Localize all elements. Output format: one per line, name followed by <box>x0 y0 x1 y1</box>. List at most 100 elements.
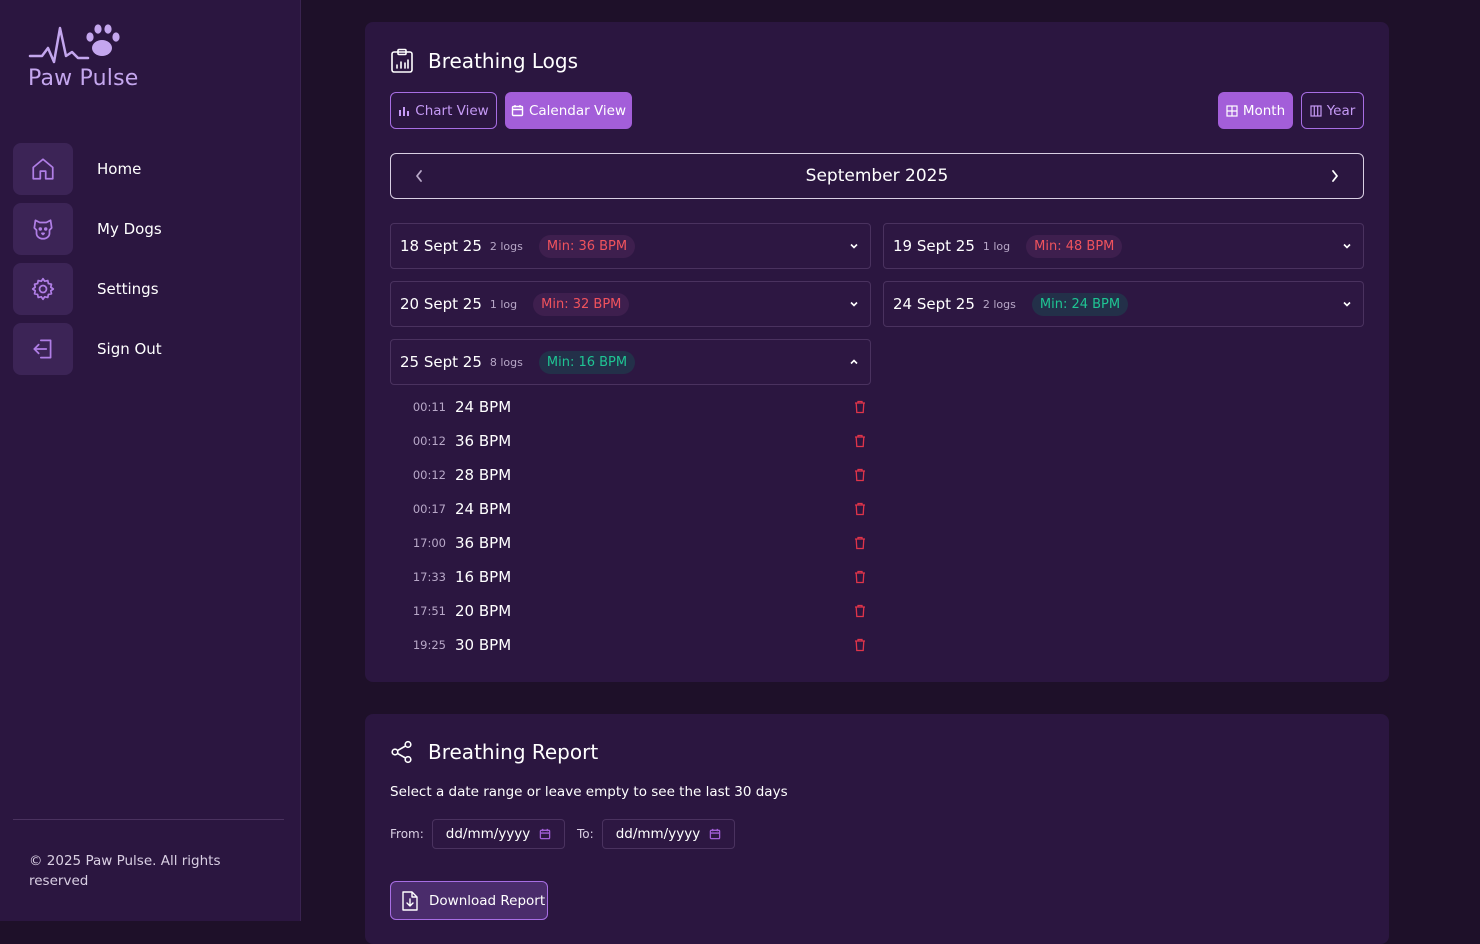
day-row-24-sept[interactable]: 24 Sept 25 2 logs Min: 24 BPM <box>883 281 1364 327</box>
chevron-right-icon <box>1332 170 1338 182</box>
calendar-icon <box>511 105 524 117</box>
trash-icon[interactable] <box>854 638 866 652</box>
day-log-count: 8 logs <box>489 355 523 369</box>
chart-view-label: Chart View <box>415 102 489 119</box>
trash-icon[interactable] <box>854 502 866 516</box>
sidebar-item-label: Sign Out <box>97 340 162 358</box>
day-log-count: 1 log <box>489 297 518 311</box>
day-date: 18 Sept 25 <box>400 237 482 255</box>
log-bpm: 30 BPM <box>455 636 512 654</box>
clipboard-chart-icon <box>391 48 413 73</box>
min-bpm-badge: Min: 16 BPM <box>538 350 636 374</box>
log-time: 00:11 <box>412 400 446 414</box>
from-date-input[interactable]: dd/mm/yyyy <box>431 819 565 849</box>
dog-icon <box>13 203 73 255</box>
home-icon <box>13 143 73 195</box>
breathing-logs-header: Breathing Logs <box>390 48 578 74</box>
log-entry: 17:00 36 BPM <box>390 526 871 560</box>
from-label: From: <box>390 827 424 841</box>
trash-icon[interactable] <box>854 536 866 550</box>
sidebar-item-settings[interactable]: Settings <box>13 263 162 315</box>
log-entry: 00:17 24 BPM <box>390 492 871 526</box>
sign-out-icon <box>13 323 73 375</box>
month-range-button[interactable]: Month <box>1218 92 1293 129</box>
month-navigator: September 2025 <box>390 153 1364 199</box>
day-row-18-sept[interactable]: 18 Sept 25 2 logs Min: 36 BPM <box>390 223 871 269</box>
log-entry: 17:33 16 BPM <box>390 560 871 594</box>
day-log-count: 2 logs <box>489 239 523 253</box>
download-report-button[interactable]: Download Report <box>390 881 548 920</box>
log-bpm: 24 BPM <box>455 500 512 518</box>
log-time: 17:51 <box>412 604 446 618</box>
day-log-count: 2 logs <box>982 297 1016 311</box>
sidebar-item-label: Home <box>97 160 142 178</box>
sidebar-item-label: My Dogs <box>97 220 162 238</box>
sidebar-item-sign-out[interactable]: Sign Out <box>13 323 162 375</box>
sidebar-item-home[interactable]: Home <box>13 143 162 195</box>
chevron-down-icon <box>1343 301 1351 307</box>
log-bpm: 28 BPM <box>455 466 512 484</box>
log-entry-list: 00:11 24 BPM 00:12 36 BPM 00:12 28 BPM 0… <box>390 390 871 662</box>
log-time: 19:25 <box>412 638 446 652</box>
to-date-field: To: dd/mm/yyyy <box>577 819 735 849</box>
day-row-19-sept[interactable]: 19 Sept 25 1 log Min: 48 BPM <box>883 223 1364 269</box>
calendar-icon[interactable] <box>539 828 551 840</box>
year-range-label: Year <box>1326 102 1356 119</box>
breathing-report-header: Breathing Report <box>390 740 598 764</box>
to-date-input[interactable]: dd/mm/yyyy <box>601 819 735 849</box>
trash-icon[interactable] <box>854 570 866 584</box>
day-date: 20 Sept 25 <box>400 295 482 313</box>
trash-icon[interactable] <box>854 468 866 482</box>
chevron-down-icon <box>850 301 858 307</box>
copyright-text: © 2025 Paw Pulse. All rights reserved <box>29 853 221 889</box>
month-range-label: Month <box>1242 102 1286 119</box>
trash-icon[interactable] <box>854 400 866 414</box>
log-entry: 00:12 28 BPM <box>390 458 871 492</box>
min-bpm-badge: Min: 32 BPM <box>533 292 630 316</box>
breathing-report-card: Breathing Report Select a date range or … <box>365 714 1389 944</box>
log-bpm: 16 BPM <box>455 568 512 586</box>
log-entry: 00:12 36 BPM <box>390 424 871 458</box>
report-description: Select a date range or leave empty to se… <box>390 784 788 800</box>
min-bpm-badge: Min: 36 BPM <box>538 234 636 258</box>
to-label: To: <box>577 827 594 841</box>
log-time: 17:33 <box>412 570 446 584</box>
download-report-label: Download Report <box>429 892 546 909</box>
from-date-field: From: dd/mm/yyyy <box>390 819 565 849</box>
log-entry: 19:25 30 BPM <box>390 628 871 662</box>
chevron-down-icon <box>850 243 858 249</box>
columns-icon <box>1310 104 1322 117</box>
log-bpm: 24 BPM <box>455 398 512 416</box>
log-bpm: 36 BPM <box>455 432 512 450</box>
paw-pulse-logo-icon <box>28 24 120 64</box>
year-range-button[interactable]: Year <box>1301 92 1364 129</box>
day-date: 24 Sept 25 <box>893 295 975 313</box>
calendar-view-button[interactable]: Calendar View <box>505 92 632 129</box>
breathing-logs-title: Breathing Logs <box>428 49 579 73</box>
breathing-report-title: Breathing Report <box>428 740 599 764</box>
log-time: 00:17 <box>412 502 446 516</box>
day-date: 25 Sept 25 <box>400 353 482 371</box>
trash-icon[interactable] <box>854 604 866 618</box>
sidebar-divider <box>13 819 284 820</box>
sidebar-item-label: Settings <box>97 280 159 298</box>
day-row-20-sept[interactable]: 20 Sept 25 1 log Min: 32 BPM <box>390 281 871 327</box>
next-month-button[interactable] <box>1315 154 1355 198</box>
current-month-label: September 2025 <box>805 166 949 186</box>
logo-text: Paw Pulse <box>28 66 139 91</box>
share-icon <box>391 740 412 764</box>
gear-icon <box>13 263 73 315</box>
log-bpm: 20 BPM <box>455 602 512 620</box>
trash-icon[interactable] <box>854 434 866 448</box>
log-time: 00:12 <box>412 434 446 448</box>
app-logo[interactable]: Paw Pulse <box>28 22 158 94</box>
sidebar-item-my-dogs[interactable]: My Dogs <box>13 203 162 255</box>
calendar-icon[interactable] <box>709 828 721 840</box>
to-date-value: dd/mm/yyyy <box>615 826 701 842</box>
chevron-down-icon <box>1343 243 1351 249</box>
grid-icon <box>1226 104 1238 117</box>
sidebar: Paw Pulse Home My Dogs Settings Sign Out <box>0 0 301 921</box>
day-row-25-sept[interactable]: 25 Sept 25 8 logs Min: 16 BPM <box>390 339 871 385</box>
chart-view-button[interactable]: Chart View <box>390 92 497 129</box>
min-bpm-badge: Min: 48 BPM <box>1026 234 1123 258</box>
